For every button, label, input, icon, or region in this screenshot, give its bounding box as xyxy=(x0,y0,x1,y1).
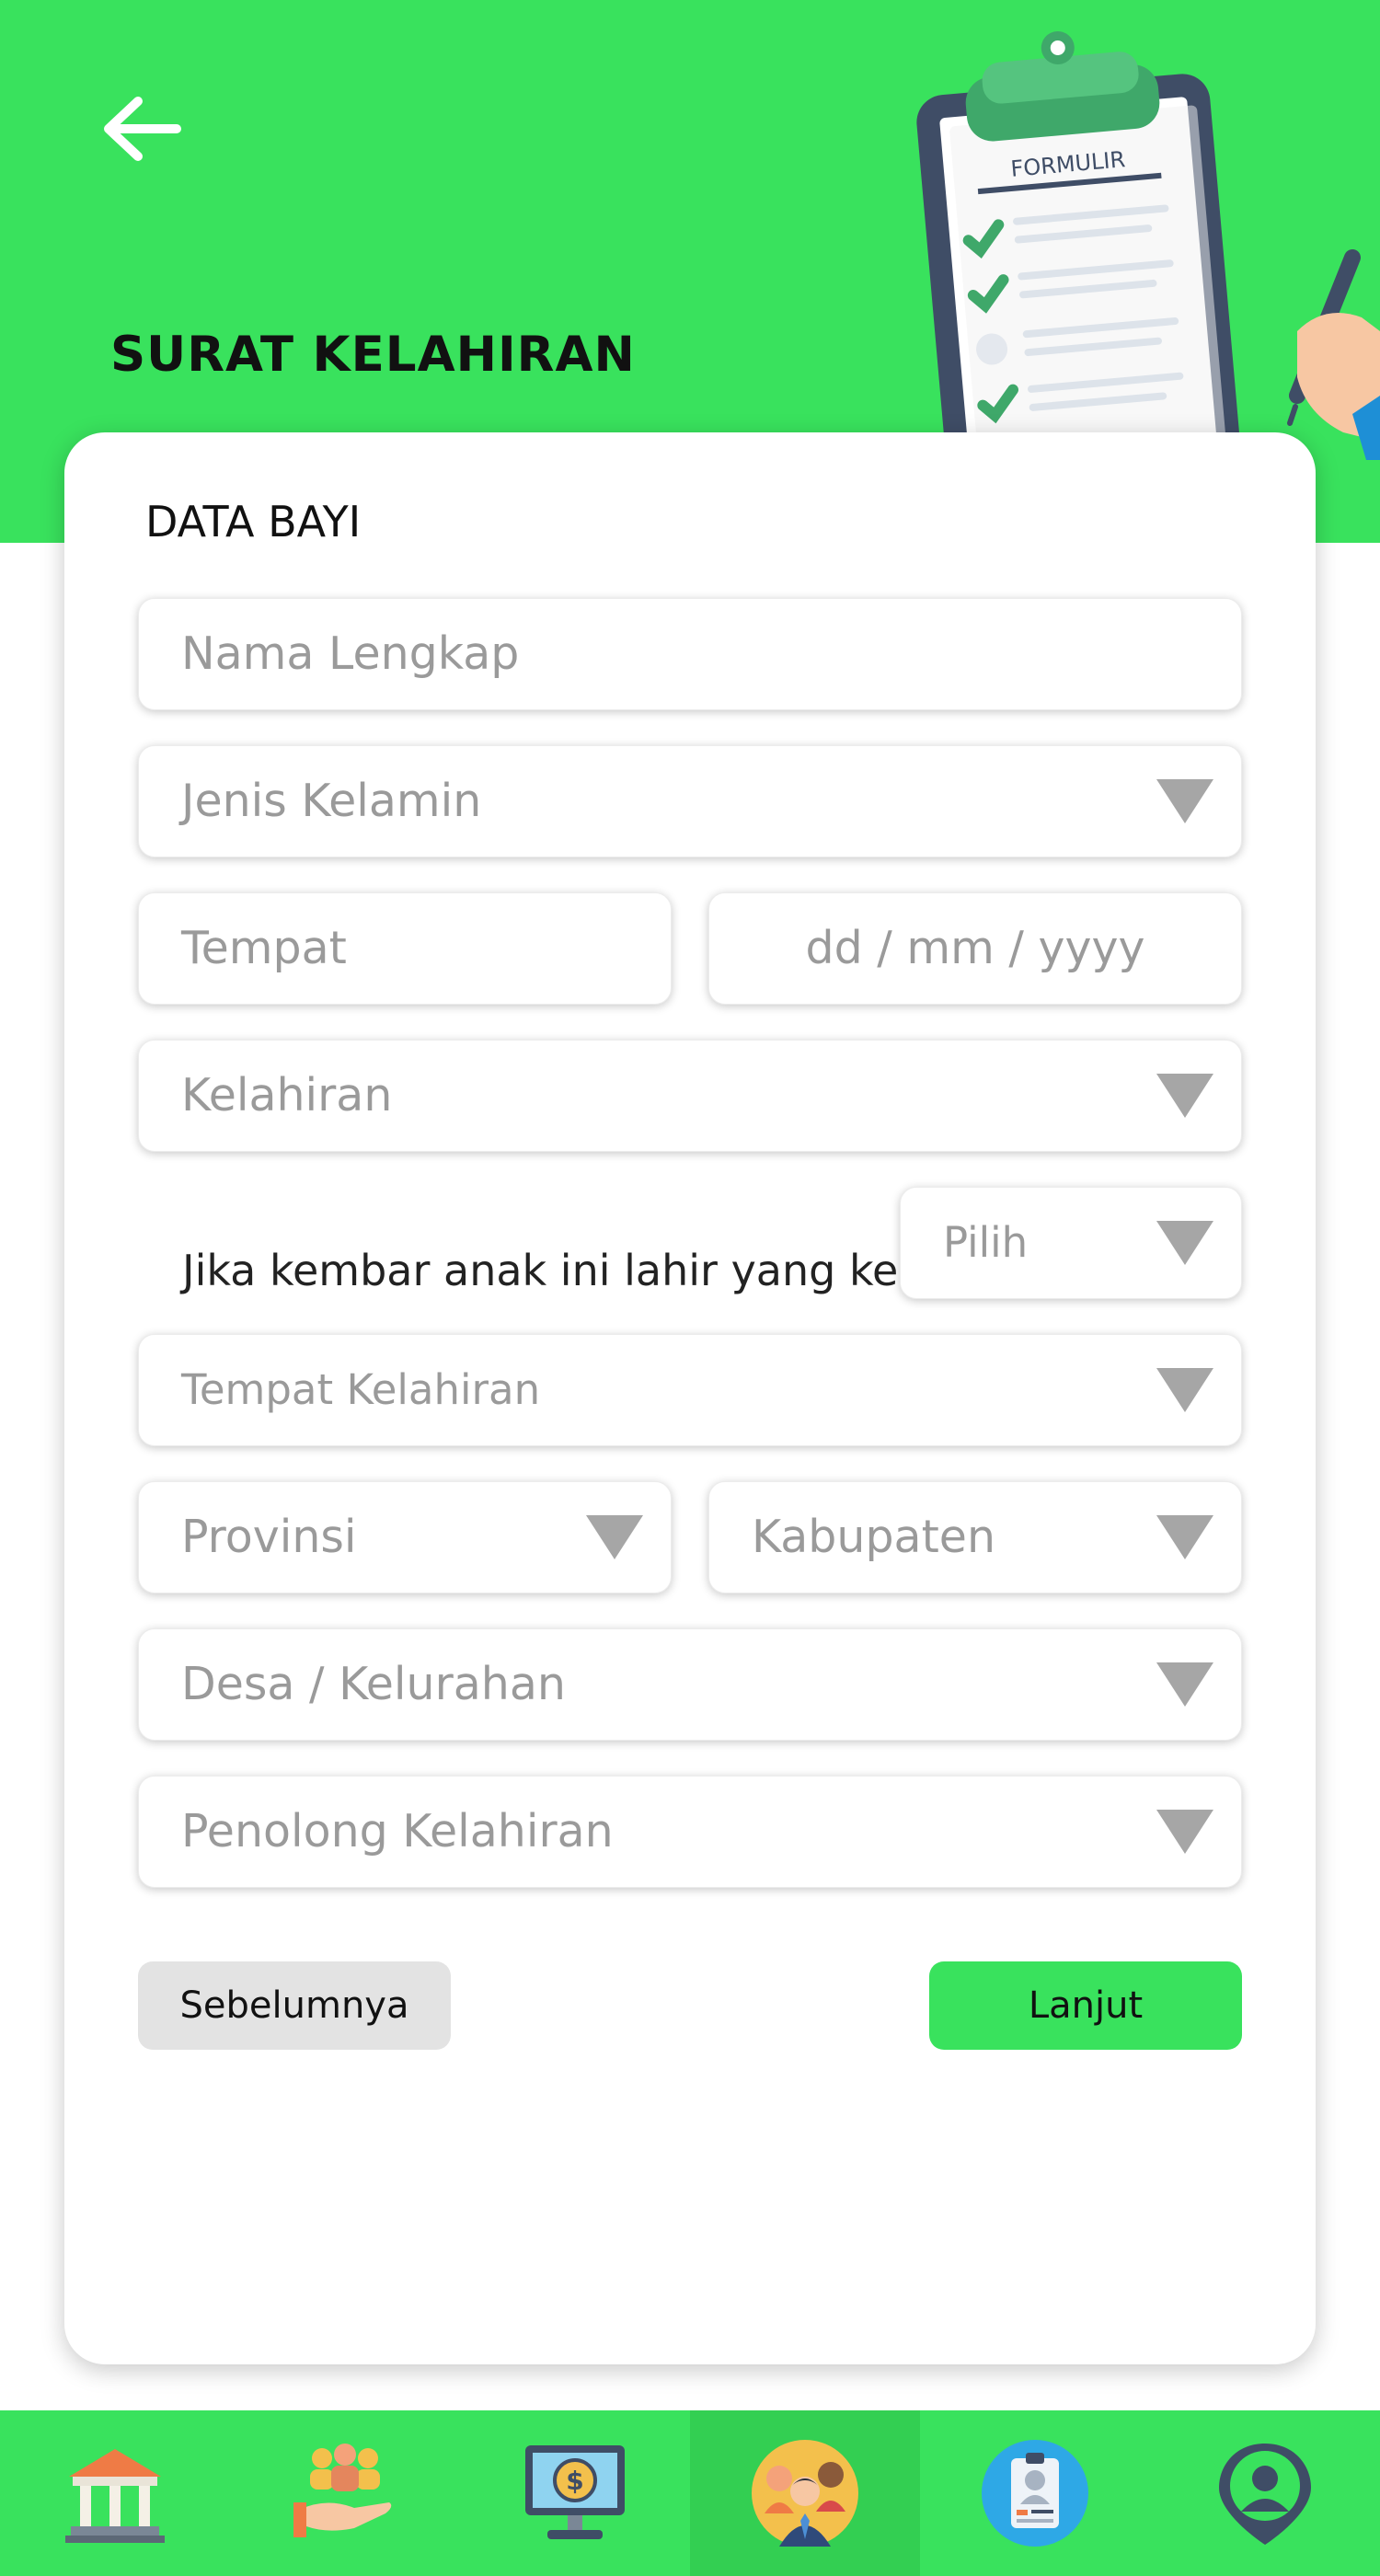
kabupaten-placeholder: Kabupaten xyxy=(752,1511,996,1563)
penolong-kelahiran-placeholder: Penolong Kelahiran xyxy=(181,1805,614,1857)
chevron-down-icon xyxy=(586,1515,643,1559)
location-person-icon xyxy=(1219,2444,1311,2545)
tempat-input[interactable]: Tempat xyxy=(138,892,672,1005)
nav-item-people[interactable] xyxy=(690,2410,920,2576)
monitor-dollar-icon: $ xyxy=(525,2445,625,2539)
jenis-kelamin-select[interactable]: Jenis Kelamin xyxy=(138,745,1242,857)
chevron-down-icon xyxy=(1156,1221,1213,1265)
provinsi-select[interactable]: Provinsi xyxy=(138,1481,672,1593)
nav-item-government[interactable] xyxy=(0,2410,230,2576)
kembar-select[interactable]: Pilih xyxy=(900,1187,1242,1299)
kelahiran-select[interactable]: Kelahiran xyxy=(138,1040,1242,1152)
tanggal-lahir-input[interactable]: dd / mm / yyyy xyxy=(708,892,1242,1005)
bottom-navbar: $ xyxy=(0,2410,1380,2576)
chevron-down-icon xyxy=(1156,779,1213,823)
back-button[interactable] xyxy=(101,92,184,166)
kembar-placeholder: Pilih xyxy=(943,1218,1029,1267)
chevron-down-icon xyxy=(1156,1368,1213,1412)
community-hand-icon xyxy=(293,2444,392,2537)
provinsi-placeholder: Provinsi xyxy=(181,1511,357,1563)
kabupaten-select[interactable]: Kabupaten xyxy=(708,1481,1242,1593)
penolong-kelahiran-select[interactable]: Penolong Kelahiran xyxy=(138,1776,1242,1888)
chevron-down-icon xyxy=(1156,1662,1213,1707)
next-button[interactable]: Lanjut xyxy=(929,1961,1242,2050)
people-group-icon xyxy=(752,2440,858,2547)
clipboard-illustration: FORMULIR xyxy=(916,30,1380,460)
desa-kelurahan-placeholder: Desa / Kelurahan xyxy=(181,1658,566,1710)
tempat-placeholder: Tempat xyxy=(181,922,347,974)
kembar-label: Jika kembar anak ini lahir yang ke xyxy=(182,1246,899,1295)
chevron-down-icon xyxy=(1156,1810,1213,1854)
jenis-kelamin-placeholder: Jenis Kelamin xyxy=(181,775,482,827)
kelahiran-placeholder: Kelahiran xyxy=(181,1069,393,1121)
nav-item-community[interactable] xyxy=(230,2410,460,2576)
desa-kelurahan-select[interactable]: Desa / Kelurahan xyxy=(138,1628,1242,1741)
id-card-icon xyxy=(982,2440,1088,2547)
nav-item-location[interactable] xyxy=(1150,2410,1380,2576)
tempat-kelahiran-select[interactable]: Tempat Kelahiran xyxy=(138,1334,1242,1446)
chevron-down-icon xyxy=(1156,1074,1213,1118)
nav-item-id-card[interactable] xyxy=(920,2410,1150,2576)
form-card: DATA BAYI Nama Lengkap Jenis Kelamin Tem… xyxy=(64,432,1316,2364)
nama-lengkap-placeholder: Nama Lengkap xyxy=(181,627,520,680)
tempat-kelahiran-placeholder: Tempat Kelahiran xyxy=(181,1365,541,1414)
previous-button[interactable]: Sebelumnya xyxy=(138,1961,451,2050)
svg-text:$: $ xyxy=(566,2466,583,2496)
nama-lengkap-input[interactable]: Nama Lengkap xyxy=(138,598,1242,710)
page: SURAT KELAHIRAN FORMULIR DATA BAYI Nama … xyxy=(0,0,1380,2576)
section-title: DATA BAYI xyxy=(145,497,362,546)
tanggal-lahir-placeholder: dd / mm / yyyy xyxy=(805,922,1145,974)
government-building-icon xyxy=(65,2449,165,2543)
arrow-left-icon xyxy=(104,97,181,161)
chevron-down-icon xyxy=(1156,1515,1213,1559)
nav-item-finance[interactable]: $ xyxy=(460,2410,690,2576)
page-title: SURAT KELAHIRAN xyxy=(110,327,636,383)
